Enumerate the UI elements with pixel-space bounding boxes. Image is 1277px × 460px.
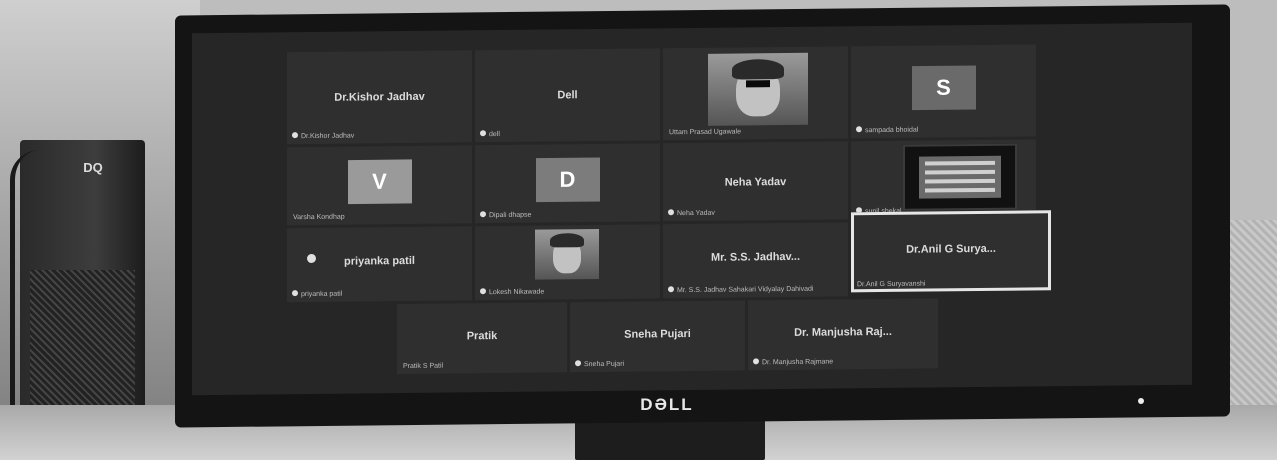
participant-name: Sneha Pujari — [624, 327, 691, 341]
participant-name: Mr. S.S. Jadhav... — [710, 250, 801, 264]
participant-caption: Dr. Manjusha Rajmane — [762, 358, 834, 367]
avatar: S — [911, 65, 976, 111]
mic-icon — [480, 288, 486, 295]
participant-name: Dell — [557, 89, 578, 102]
mic-icon — [292, 290, 298, 297]
avatar: V — [347, 159, 412, 205]
participant-caption: Uttam Prasad Ugawale — [669, 128, 741, 137]
participant-tile[interactable]: Uttam Prasad Ugawale — [663, 46, 848, 141]
mic-icon — [668, 209, 674, 216]
participant-tile[interactable]: Mr. S.S. Jadhav... Mr. S.S. Jadhav Sahak… — [663, 222, 848, 299]
participant-tile[interactable]: sunil shekal — [851, 139, 1036, 220]
participant-caption: Mr. S.S. Jadhav Sahakari Vidyalay Dahiva… — [677, 285, 814, 295]
participant-tile[interactable]: Neha Yadav Neha Yadav — [663, 141, 848, 222]
participant-caption: Lokesh Nikawade — [489, 288, 545, 297]
participant-caption: Sneha Pujari — [584, 360, 625, 369]
participant-tile[interactable]: priyanka patil priyanka patil — [287, 226, 472, 303]
participant-caption: Varsha Kondhap — [293, 213, 345, 222]
participant-tile[interactable]: S sampada bhoidal — [851, 44, 1036, 139]
screen-share-thumbnail — [903, 143, 1017, 211]
participant-name: Dr.Anil G Surya... — [906, 242, 996, 256]
mic-icon — [753, 358, 759, 365]
participant-caption: Dr.Anil G Suryavanshi — [857, 280, 926, 289]
participant-video — [535, 228, 599, 280]
participant-caption: Pratik S Patil — [403, 362, 444, 371]
monitor-brand-logo: DƏLL — [640, 395, 694, 414]
participant-caption: sampada bhoidal — [865, 126, 919, 135]
mic-icon — [292, 132, 298, 139]
active-speaker-tile[interactable]: Dr.Anil G Surya... Dr.Anil G Suryavanshi — [851, 210, 1051, 293]
pc-logo: DQ — [83, 160, 103, 175]
participant-caption: dell — [489, 131, 500, 139]
participant-video — [708, 52, 808, 126]
participant-tile[interactable]: Pratik Pratik S Patil — [397, 302, 567, 375]
mic-icon — [856, 126, 862, 133]
participant-name: Dr.Kishor Jadhav — [334, 91, 425, 105]
participant-name: Neha Yadav — [724, 176, 787, 189]
participant-tile[interactable]: Sneha Pujari Sneha Pujari — [570, 300, 745, 373]
participant-name: Dr. Manjusha Raj... — [794, 325, 892, 339]
participant-tile[interactable]: Lokesh Nikawade — [475, 224, 660, 301]
participant-tile[interactable]: V Varsha Kondhap — [287, 145, 472, 226]
avatar: D — [535, 157, 600, 203]
participant-name: priyanka patil — [344, 255, 415, 268]
mic-icon — [668, 286, 674, 293]
meeting-gallery-view: Dr.Kishor Jadhav Dr.Kishor Jadhav Dell d… — [192, 22, 1192, 396]
mic-icon — [480, 130, 486, 137]
participant-tile[interactable]: Dr. Manjusha Raj... Dr. Manjusha Rajmane — [748, 298, 938, 371]
participant-caption: Dipali dhapse — [489, 211, 532, 220]
participant-caption: priyanka patil — [301, 290, 343, 299]
participant-tile[interactable]: D Dipali dhapse — [475, 143, 660, 224]
participant-caption: Neha Yadav — [677, 209, 715, 218]
participant-caption: Dr.Kishor Jadhav — [301, 132, 355, 141]
participant-tile[interactable]: Dr.Kishor Jadhav Dr.Kishor Jadhav — [287, 50, 472, 145]
participant-name: Pratik — [466, 329, 498, 342]
power-led — [1138, 398, 1144, 404]
mic-icon — [480, 211, 486, 218]
participant-tile[interactable]: Dell dell — [475, 48, 660, 143]
mic-icon — [575, 360, 581, 367]
